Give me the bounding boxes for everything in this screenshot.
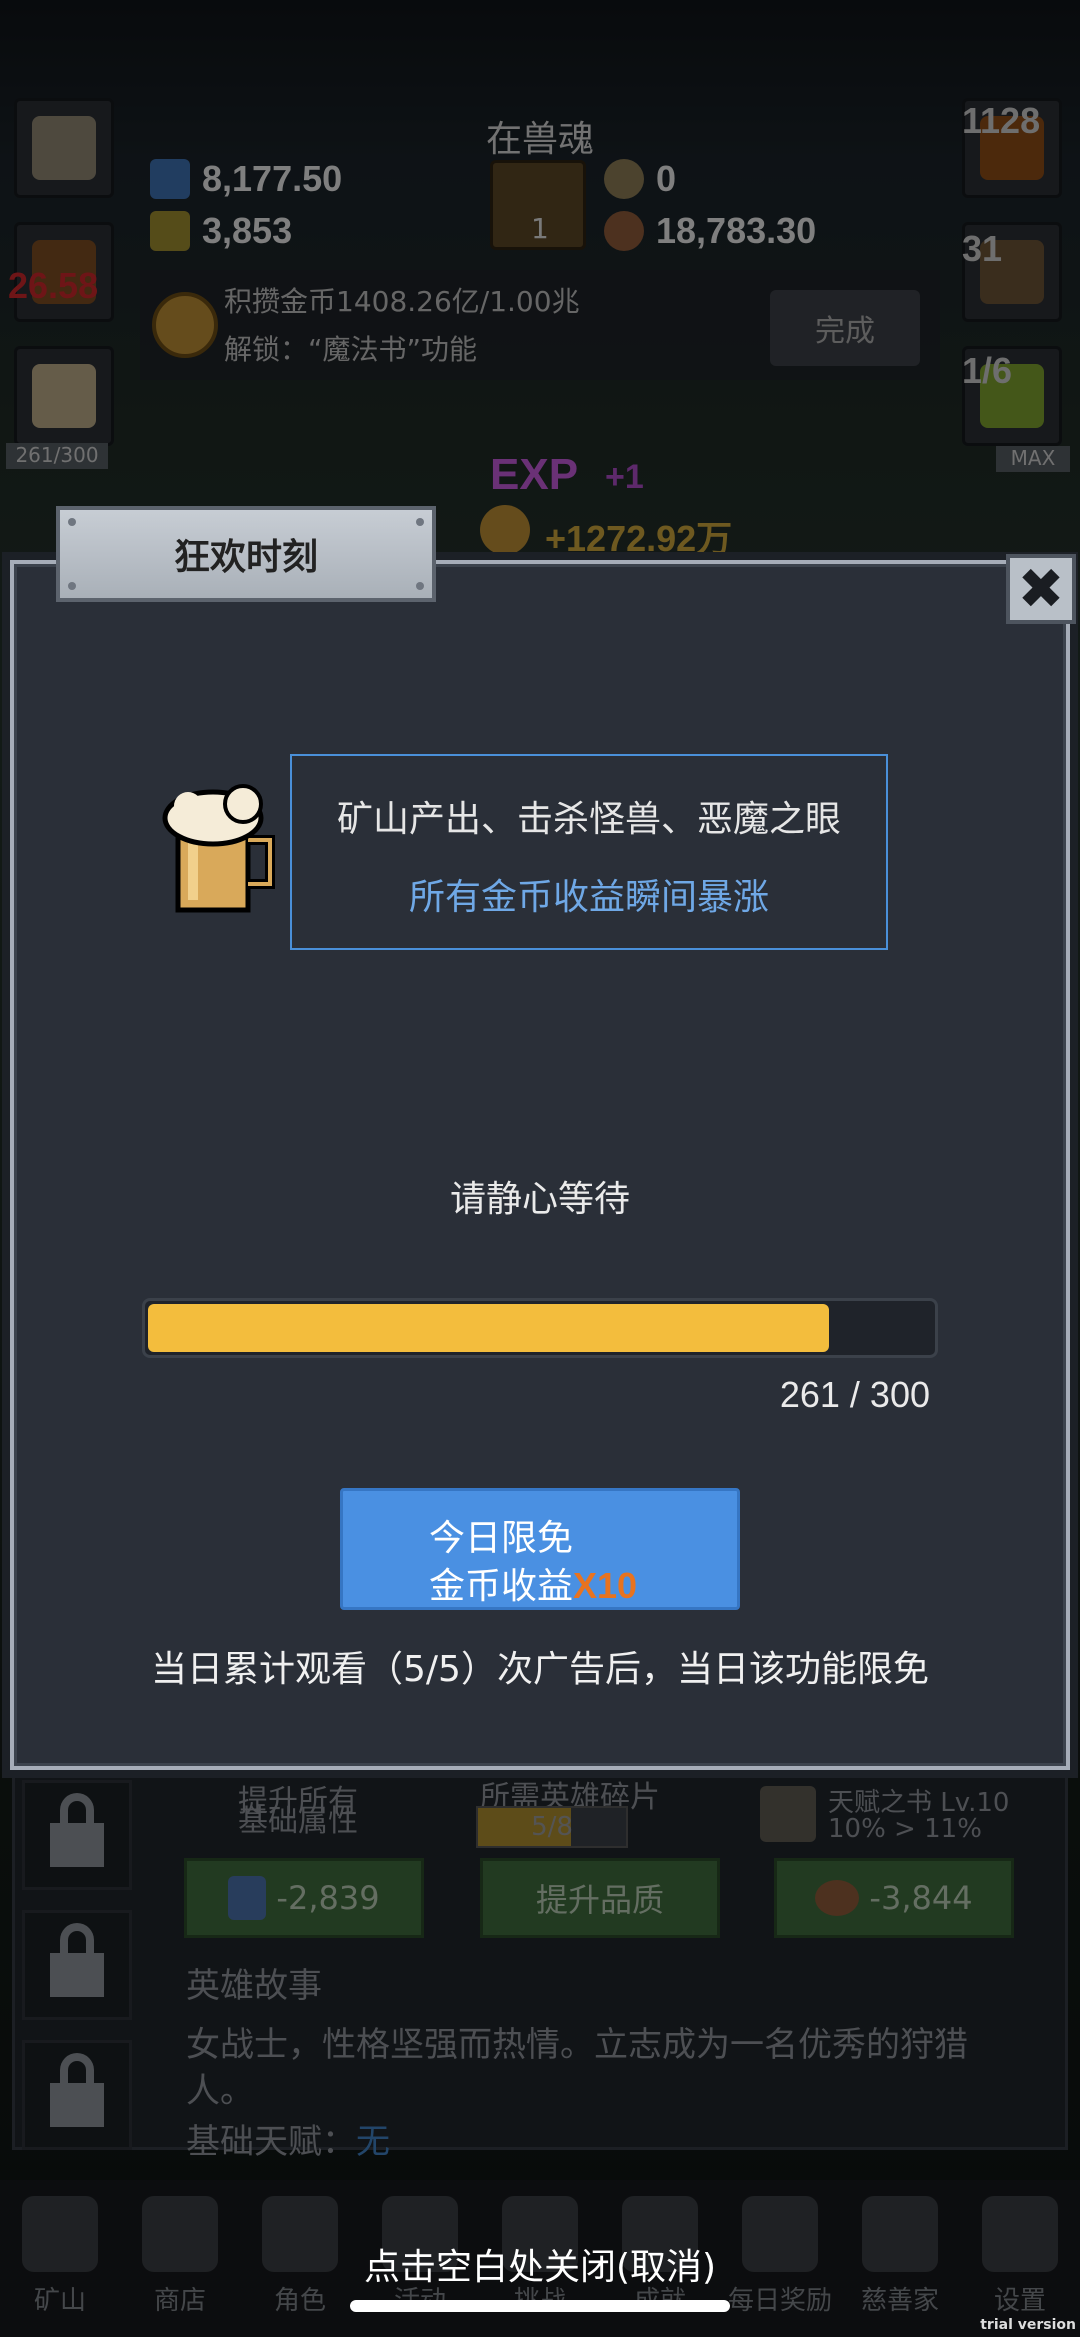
close-button[interactable]: ✖	[1006, 554, 1076, 624]
effect-info-box: 矿山产出、击杀怪兽、恶魔之眼 所有金币收益瞬间暴涨	[290, 754, 888, 950]
progress-bar-fill	[148, 1304, 830, 1352]
ad-button-line1: 今日限免	[429, 1518, 574, 1559]
ad-button-line2: 金币收益X10	[429, 1557, 637, 1609]
effect-description: 所有金币收益瞬间暴涨	[408, 877, 769, 918]
ad-button-prefix: 金币收益	[429, 1566, 574, 1607]
beer-mug-icon	[162, 784, 275, 913]
close-hint: 点击空白处关闭(取消)	[363, 2247, 717, 2288]
progress-bar	[142, 1298, 938, 1358]
trial-watermark: trial version	[980, 2317, 1076, 2333]
effect-sources: 矿山产出、击杀怪兽、恶魔之眼	[336, 799, 841, 840]
ad-limit-note: 当日累计观看（5/5）次广告后，当日该功能限免	[151, 1649, 929, 1690]
progress-count: 261 / 300	[779, 1374, 930, 1415]
close-icon: ✖	[1017, 556, 1065, 622]
dialog-title: 狂欢时刻	[173, 537, 318, 578]
dialog-title-tab: 狂欢时刻	[56, 506, 436, 602]
home-indicator[interactable]	[350, 2300, 730, 2312]
ad-multiplier: X10	[573, 1565, 638, 1606]
watch-ad-button[interactable]: 今日限免 金币收益X10	[340, 1488, 740, 1610]
wait-message: 请静心等待	[449, 1179, 630, 1220]
